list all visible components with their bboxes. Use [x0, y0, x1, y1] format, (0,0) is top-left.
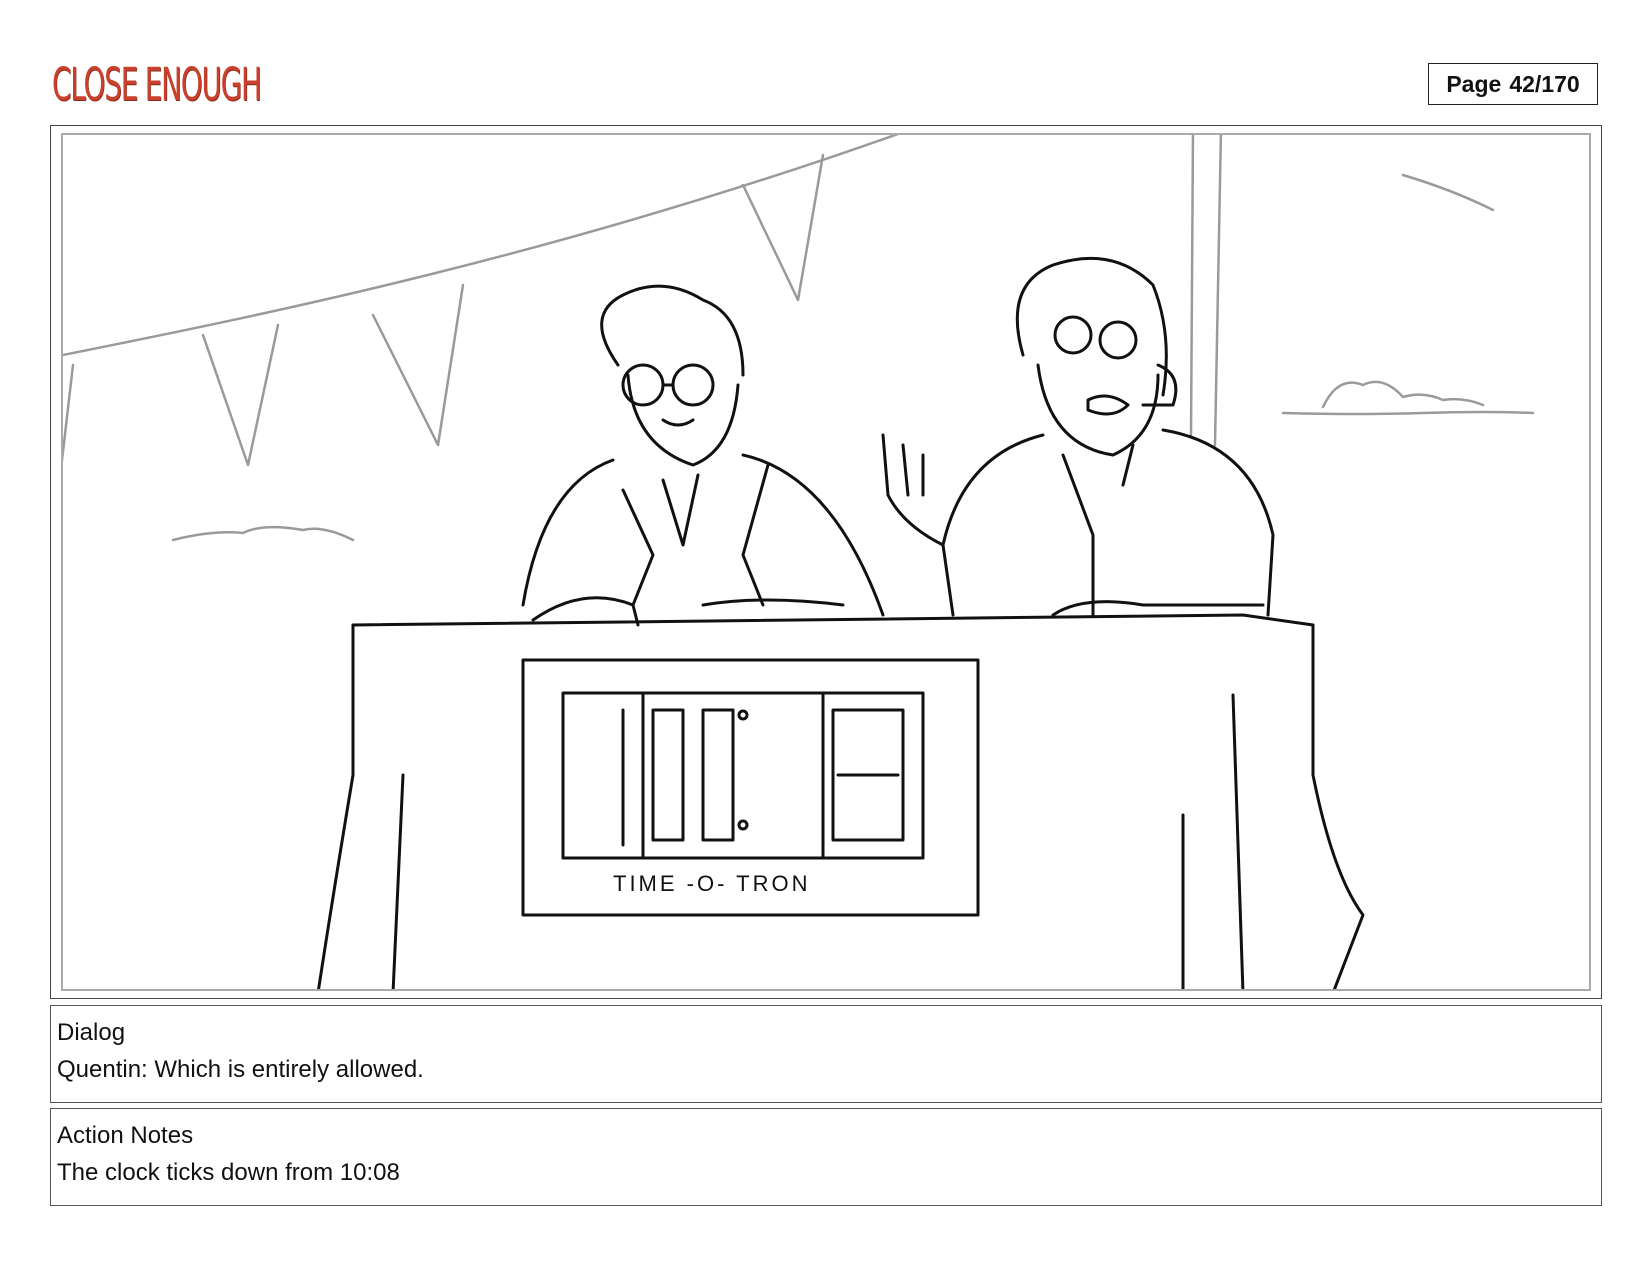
dialog-text: Quentin: Which is entirely allowed. [57, 1056, 424, 1083]
panel-sketch: TIME -O- TRON [63, 135, 1535, 989]
action-notes-text: The clock ticks down from 10:08 [57, 1159, 400, 1186]
action-notes-box: Action Notes The clock ticks down from 1… [50, 1108, 1602, 1206]
action-notes-heading: Action Notes [57, 1122, 194, 1149]
bunting-sketch [63, 135, 1535, 542]
hosts-sketch [317, 256, 1365, 989]
dialog-box: Dialog Quentin: Which is entirely allowe… [50, 1005, 1602, 1103]
logo-text: CLOSE ENOUGH [52, 58, 262, 111]
page-number: 42/170 [1509, 70, 1580, 97]
clock-caption: TIME -O- TRON [613, 871, 810, 896]
page-indicator: Page 42/170 [1428, 63, 1598, 105]
storyboard-panel: TIME -O- TRON [61, 133, 1591, 991]
page-label: Page [1446, 70, 1502, 97]
dialog-heading: Dialog [57, 1019, 126, 1046]
